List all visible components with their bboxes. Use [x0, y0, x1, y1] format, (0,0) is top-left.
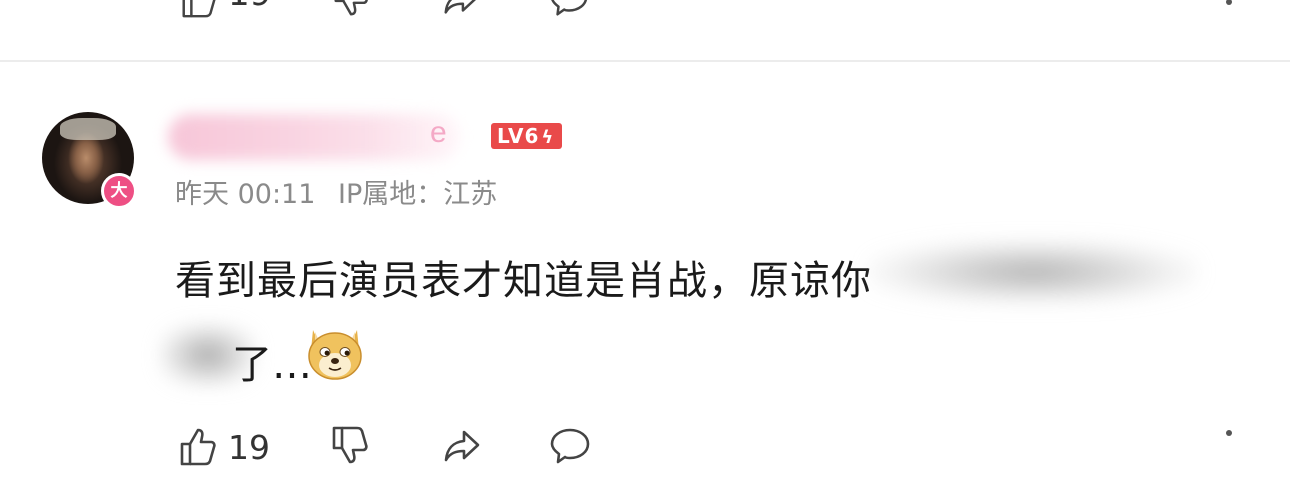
previous-comment-actions: 19 [0, 0, 1290, 20]
comment-text-line2: 了… [232, 342, 312, 388]
share-icon[interactable] [440, 424, 484, 468]
more-icon[interactable] [1226, 430, 1232, 436]
level-badge: LV6 ϟ [491, 123, 563, 149]
comment-time: 昨天 00:11 [175, 179, 316, 210]
ip-location: IP属地：江苏 [338, 179, 498, 210]
comment-text-line1: 看到最后演员表才知道是肖战，原谅你 [175, 258, 872, 304]
like-icon[interactable] [178, 0, 220, 20]
dislike-icon[interactable] [330, 0, 372, 20]
level-badge-label: LV6 [497, 124, 540, 148]
redacted-text [868, 240, 1198, 304]
like-count: 19 [228, 428, 270, 467]
comment-meta: 昨天 00:11 IP属地：江苏 [175, 172, 511, 211]
comment-actions: 19 [0, 420, 1290, 470]
share-icon[interactable] [440, 0, 482, 20]
doge-emoji [308, 330, 362, 380]
dislike-icon[interactable] [330, 424, 374, 468]
like-count: 19 [228, 0, 271, 14]
like-icon[interactable] [178, 424, 222, 468]
lightning-icon: ϟ [541, 127, 555, 148]
more-icon[interactable] [1226, 0, 1232, 5]
username[interactable]: e [430, 116, 447, 150]
reply-icon[interactable] [548, 0, 590, 20]
divider [0, 60, 1290, 62]
username-redacted[interactable] [168, 114, 460, 160]
reply-icon[interactable] [548, 424, 592, 468]
vip-badge: 大 [101, 173, 137, 209]
